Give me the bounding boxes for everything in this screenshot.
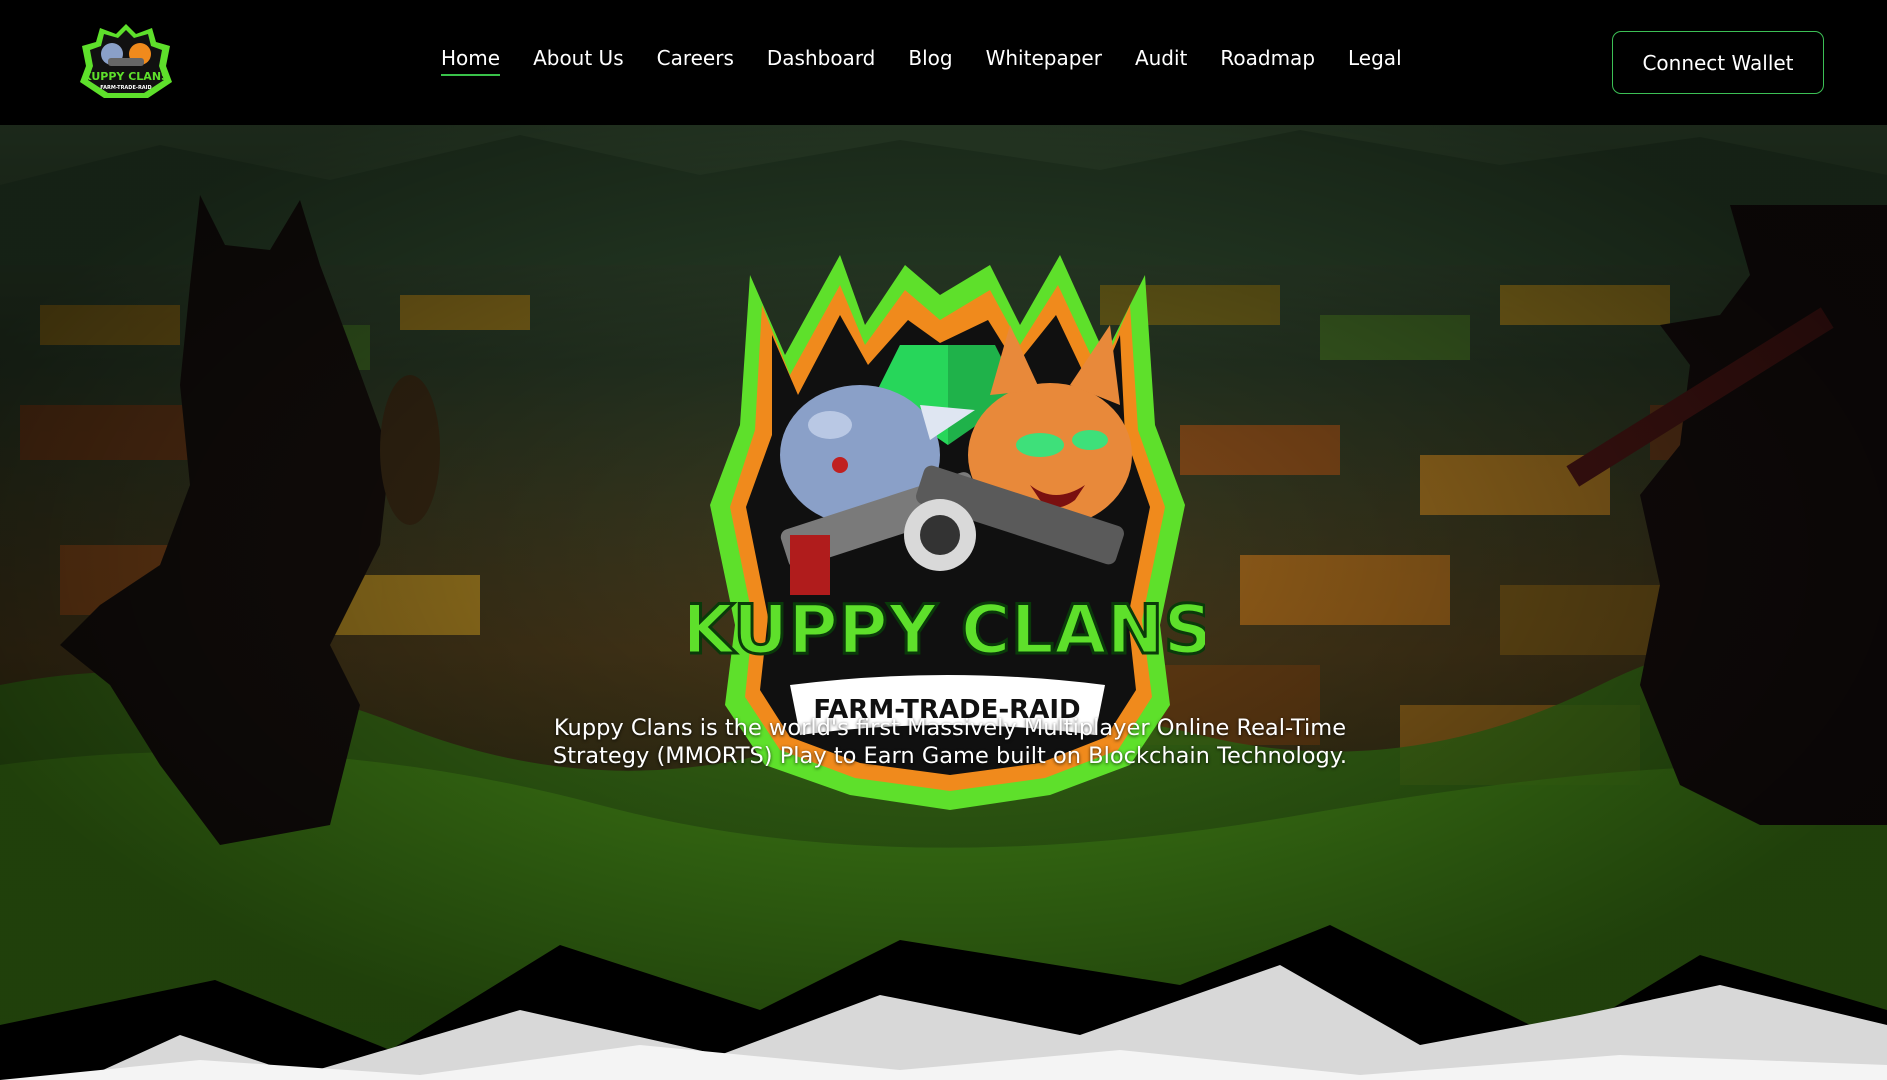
connect-wallet-button[interactable]: Connect Wallet bbox=[1612, 31, 1824, 94]
nav-link-dashboard[interactable]: Dashboard bbox=[767, 46, 876, 76]
nav-link-legal[interactable]: Legal bbox=[1348, 46, 1402, 76]
hero-section: KUPPY CLANS FARM-TRADE-RAID Kuppy Clans … bbox=[0, 125, 1887, 1080]
mountain-divider bbox=[0, 925, 1887, 1080]
kuppy-clans-logo-icon[interactable]: KUPPY CLANS FARM-TRADE-RAID bbox=[78, 22, 174, 102]
hero-tagline-line-1: Kuppy Clans is the world's first Massive… bbox=[553, 715, 1347, 741]
top-navbar: KUPPY CLANS FARM-TRADE-RAID Home About U… bbox=[0, 0, 1887, 125]
nav-link-whitepaper[interactable]: Whitepaper bbox=[986, 46, 1102, 76]
hero-tagline-line-2: Strategy (MMORTS) Play to Earn Game buil… bbox=[552, 743, 1348, 769]
nav-link-audit[interactable]: Audit bbox=[1135, 46, 1187, 76]
nav-link-blog[interactable]: Blog bbox=[908, 46, 952, 76]
nav-link-home[interactable]: Home bbox=[441, 46, 501, 76]
nav-link-roadmap[interactable]: Roadmap bbox=[1220, 46, 1315, 76]
svg-text:KUPPY CLANS: KUPPY CLANS bbox=[83, 70, 169, 83]
hero-tagline: Kuppy Clans is the world's first Massive… bbox=[500, 714, 1400, 770]
svg-text:KUPPY CLANS: KUPPY CLANS bbox=[690, 591, 1205, 670]
nav-link-about-us[interactable]: About Us bbox=[533, 46, 624, 76]
main-nav: Home About Us Careers Dashboard Blog Whi… bbox=[441, 46, 1435, 76]
nav-link-careers[interactable]: Careers bbox=[657, 46, 734, 76]
svg-text:FARM-TRADE-RAID: FARM-TRADE-RAID bbox=[100, 85, 151, 91]
